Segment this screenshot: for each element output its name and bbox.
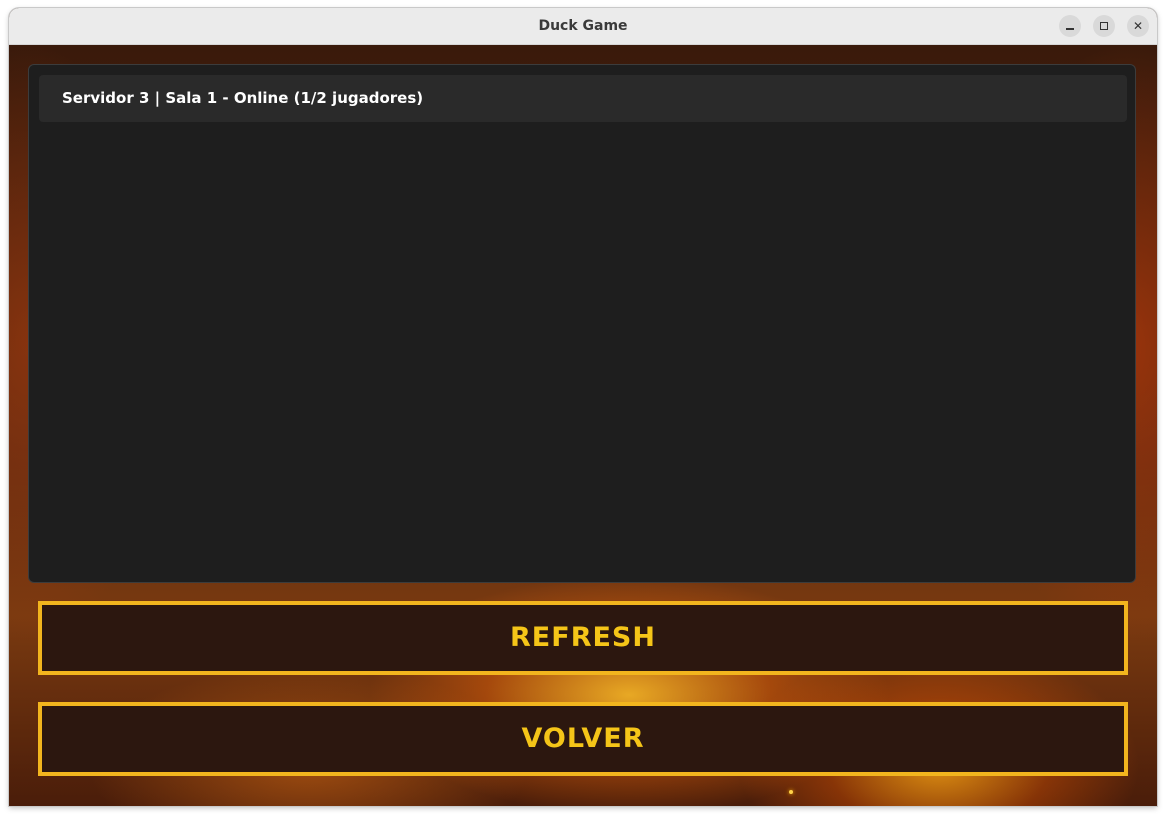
volver-button[interactable]: VOLVER — [38, 702, 1128, 776]
room-list[interactable]: Servidor 3 | Sala 1 - Online (1/2 jugado… — [28, 64, 1136, 583]
title-bar[interactable]: Duck Game ✕ — [9, 8, 1157, 45]
window-title: Duck Game — [538, 18, 628, 34]
app-window: Duck Game ✕ Servidor 3 | Sala 1 - Online… — [9, 8, 1157, 806]
background-artwork: Servidor 3 | Sala 1 - Online (1/2 jugado… — [9, 45, 1157, 806]
close-icon: ✕ — [1132, 19, 1144, 33]
maximize-button[interactable] — [1093, 15, 1115, 37]
room-list-item[interactable]: Servidor 3 | Sala 1 - Online (1/2 jugado… — [39, 75, 1127, 122]
minimize-button[interactable] — [1059, 15, 1081, 37]
minimize-icon — [1066, 28, 1074, 30]
room-list-item-label: Servidor 3 | Sala 1 - Online (1/2 jugado… — [62, 89, 424, 107]
refresh-button[interactable]: REFRESH — [38, 601, 1128, 675]
spark-decoration — [789, 790, 793, 794]
close-button[interactable]: ✕ — [1127, 15, 1149, 37]
maximize-icon — [1100, 22, 1108, 30]
